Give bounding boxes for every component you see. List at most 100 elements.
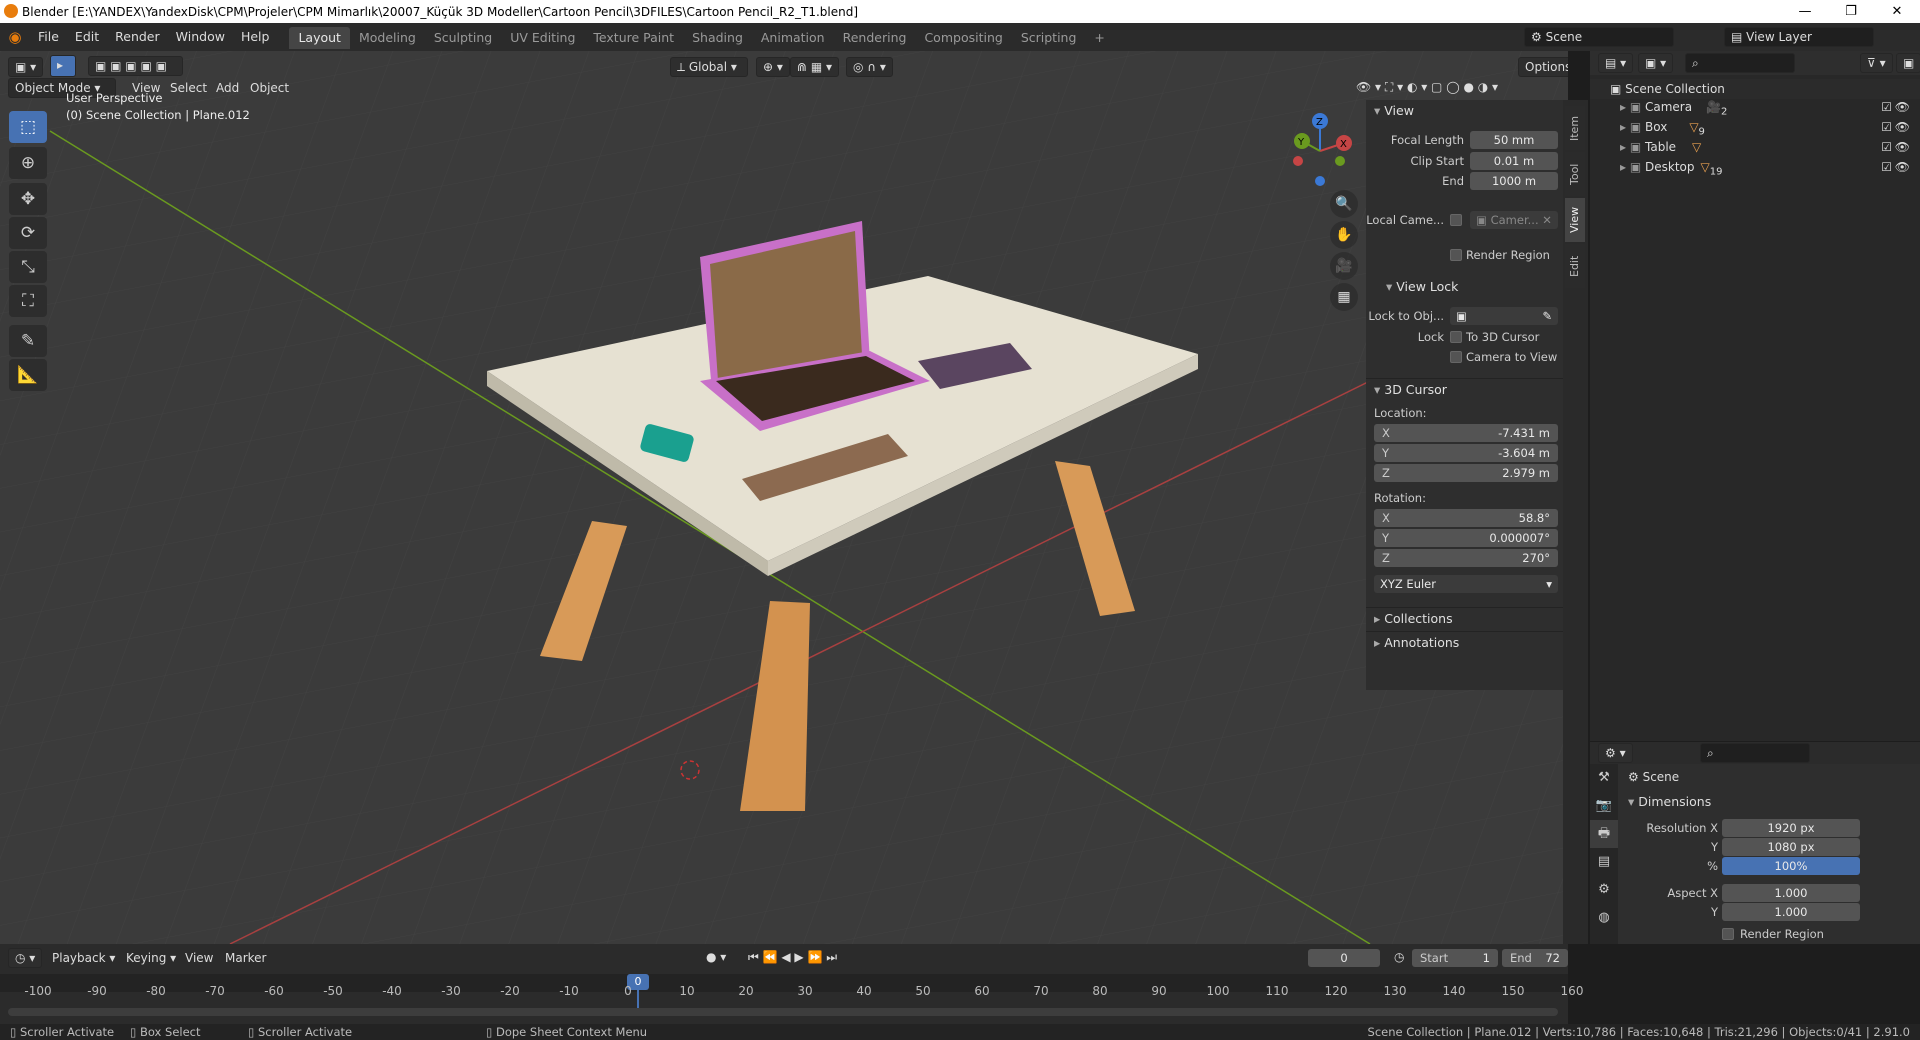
view-lock-section-header[interactable]: ▾ View Lock (1378, 276, 1575, 298)
clip-start-field[interactable]: 0.01 m (1470, 152, 1558, 170)
start-frame-field[interactable]: Start 1 (1412, 949, 1498, 967)
navigation-gizmo[interactable]: Z X Y (1280, 111, 1360, 191)
move-tool-icon[interactable]: ✥ (9, 183, 47, 215)
eyedropper-icon[interactable]: ✎ (1542, 307, 1552, 325)
tab-item[interactable]: Item (1565, 106, 1585, 150)
collections-section-header[interactable]: ▸ Collections (1366, 607, 1563, 629)
rotation-mode-dropdown[interactable]: XYZ Euler ▾ (1374, 575, 1558, 593)
close-button[interactable]: ✕ (1874, 0, 1920, 23)
outliner-item-table[interactable]: ▸ ▣ Table ▽ ☑ 👁 (1590, 137, 1920, 157)
tab-rendering[interactable]: Rendering (834, 27, 916, 49)
eye-icon[interactable]: 👁 (1895, 137, 1910, 157)
camera-view-icon[interactable]: 🎥 (1330, 252, 1358, 280)
rotation-z-field[interactable]: Z 270° (1374, 549, 1558, 567)
current-frame-field[interactable]: 0 (1308, 949, 1380, 967)
display-mode-icon[interactable]: ▣ ▾ (1638, 53, 1674, 73)
snap-icon[interactable]: ⋒ ▦ ▾ (790, 57, 840, 77)
playback-controls[interactable]: ⏮ ⏪ ◀ ▶ ⏩ ⏭ (742, 948, 843, 968)
select-box-tool-icon[interactable]: ⬚ (9, 111, 47, 143)
menu-view[interactable]: View (185, 948, 213, 968)
render-tab-icon[interactable]: 📷 (1590, 792, 1618, 820)
scene-tab-icon[interactable]: ⚙ (1590, 876, 1618, 904)
rotation-x-field[interactable]: X 58.8° (1374, 509, 1558, 527)
ortho-grid-icon[interactable]: ▦ (1330, 283, 1358, 311)
tab-shading[interactable]: Shading (683, 27, 752, 49)
maximize-button[interactable]: ❐ (1828, 0, 1874, 23)
view-section-header[interactable]: ▾ View (1366, 100, 1563, 122)
tab-animation[interactable]: Animation (752, 27, 834, 49)
3d-cursor-section-header[interactable]: ▾ 3D Cursor (1366, 378, 1563, 400)
dimensions-section-header[interactable]: ▾ Dimensions (1628, 794, 1711, 809)
resolution-percent-slider[interactable]: 100% (1722, 857, 1860, 875)
select-tool-icon[interactable]: ▸ (50, 55, 76, 77)
transform-orientation-dropdown[interactable]: ⟂ Global ▾ (670, 57, 748, 77)
menu-object[interactable]: Object (250, 78, 289, 98)
exclude-checkbox[interactable]: ☑ (1881, 117, 1892, 137)
scene-selector[interactable]: ⚙ Scene (1524, 27, 1674, 47)
rotate-tool-icon[interactable]: ⟳ (9, 217, 47, 249)
pivot-icon[interactable]: ⊕ ▾ (756, 57, 790, 77)
exclude-checkbox[interactable]: ☑ (1881, 97, 1892, 117)
tab-sculpting[interactable]: Sculpting (425, 27, 501, 49)
filter-icon[interactable]: ⊽ ▾ (1860, 53, 1893, 73)
outliner-item-desktop[interactable]: ▸ ▣ Desktop ▽19 ☑ 👁 (1590, 157, 1920, 177)
view-layer-tab-icon[interactable]: ▤ (1590, 848, 1618, 876)
exclude-checkbox[interactable]: ☑ (1881, 157, 1892, 177)
menu-help[interactable]: Help (233, 23, 278, 51)
eye-icon[interactable]: 👁 (1895, 157, 1910, 177)
location-x-field[interactable]: X -7.431 m (1374, 424, 1558, 442)
lock-to-object-field[interactable]: ▣ ✎ (1450, 307, 1558, 325)
measure-tool-icon[interactable]: 📐 (9, 359, 47, 391)
outliner-editor-type-icon[interactable]: ▤ ▾ (1598, 53, 1634, 73)
clip-end-field[interactable]: 1000 m (1470, 172, 1558, 190)
end-frame-field[interactable]: End 72 (1502, 949, 1568, 967)
timeline-editor-type-icon[interactable]: ◷ ▾ (8, 948, 43, 968)
annotations-section-header[interactable]: ▸ Annotations (1366, 631, 1563, 653)
menu-marker[interactable]: Marker (225, 948, 266, 968)
aspect-y-field[interactable]: 1.000 (1722, 903, 1860, 921)
timeline-scrollbar[interactable] (8, 1008, 1558, 1016)
tab-edit[interactable]: Edit (1565, 244, 1585, 288)
tab-texture-paint[interactable]: Texture Paint (584, 27, 683, 49)
aspect-x-field[interactable]: 1.000 (1722, 884, 1860, 902)
editor-type-button[interactable]: ▣ ▾ (8, 57, 44, 77)
outliner-root[interactable]: ▣ Scene Collection (1590, 79, 1920, 99)
properties-search-input[interactable]: ⌕ (1700, 743, 1810, 763)
tab-scripting[interactable]: Scripting (1012, 27, 1086, 49)
location-z-field[interactable]: Z 2.979 m (1374, 464, 1558, 482)
menu-playback[interactable]: Playback ▾ (52, 948, 115, 968)
new-collection-icon[interactable]: ▣ (1896, 53, 1920, 73)
menu-edit[interactable]: Edit (67, 23, 107, 51)
lock-to-cursor-checkbox[interactable] (1450, 331, 1462, 343)
clock-icon[interactable]: ◷ (1388, 948, 1410, 968)
local-camera-field[interactable]: ▣ Camer... ✕ (1470, 211, 1558, 229)
viewport-shading-controls[interactable]: 👁 ▾ ⛶ ▾ ◐ ▾ ▢ ◯ ● ◑ ▾ (1350, 78, 1560, 98)
select-mode-buttons[interactable]: ▣ ▣ ▣ ▣ ▣ (88, 56, 183, 76)
camera-to-view-checkbox[interactable] (1450, 351, 1462, 363)
location-y-field[interactable]: Y -3.604 m (1374, 444, 1558, 462)
pan-hand-icon[interactable]: ✋ (1330, 221, 1358, 249)
tab-view[interactable]: View (1565, 198, 1585, 242)
minimize-button[interactable]: — (1782, 0, 1828, 23)
view-layer-selector[interactable]: ▤ View Layer (1724, 27, 1874, 47)
local-camera-checkbox[interactable] (1450, 214, 1462, 226)
menu-file[interactable]: File (30, 23, 67, 51)
tab-uv-editing[interactable]: UV Editing (501, 27, 584, 49)
annotate-tool-icon[interactable]: ✎ (9, 325, 47, 357)
proportional-edit-icon[interactable]: ◎ ∩ ▾ (846, 57, 893, 77)
render-region-checkbox[interactable] (1722, 928, 1734, 940)
zoom-icon[interactable]: 🔍 (1330, 190, 1358, 218)
render-region-checkbox[interactable] (1450, 249, 1462, 261)
tool-tab-icon[interactable]: ⚒ (1590, 764, 1618, 792)
tab-tool[interactable]: Tool (1565, 152, 1585, 196)
menu-keying[interactable]: Keying ▾ (126, 948, 176, 968)
resolution-x-field[interactable]: 1920 px (1722, 819, 1860, 837)
tab-layout[interactable]: Layout (289, 27, 350, 49)
tab-compositing[interactable]: Compositing (915, 27, 1011, 49)
record-button[interactable]: ● ▾ (700, 948, 732, 968)
properties-editor-type-icon[interactable]: ⚙ ▾ (1598, 743, 1633, 763)
focal-length-field[interactable]: 50 mm (1470, 131, 1558, 149)
eye-icon[interactable]: 👁 (1895, 97, 1910, 117)
cursor-tool-icon[interactable]: ⊕ (9, 147, 47, 179)
blender-menu-icon[interactable]: ◉ (0, 28, 30, 46)
